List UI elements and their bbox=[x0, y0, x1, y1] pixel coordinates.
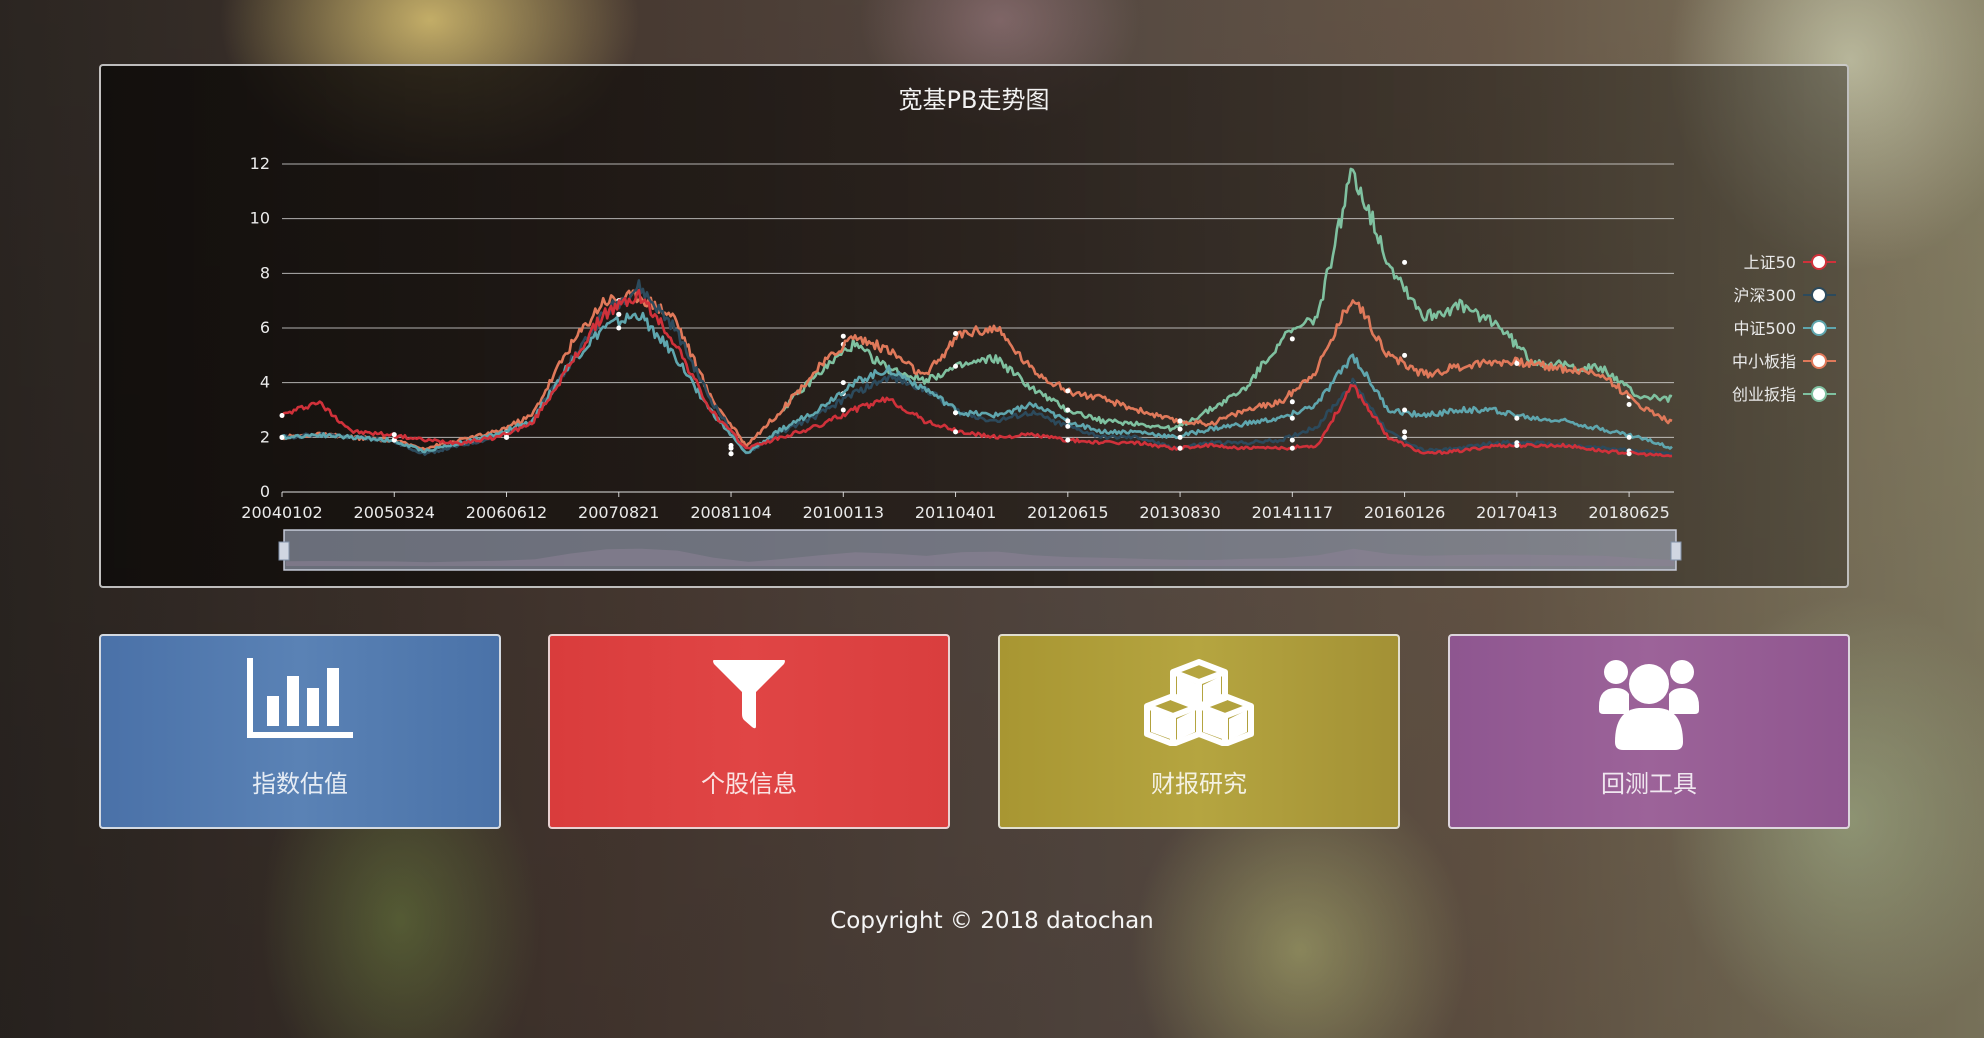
x-tick-label: 20160126 bbox=[1364, 503, 1445, 522]
users-icon bbox=[1599, 658, 1699, 754]
series-point bbox=[1514, 443, 1520, 449]
series-point bbox=[391, 432, 397, 438]
series-line-5 bbox=[781, 167, 1673, 432]
series-point bbox=[1402, 434, 1408, 440]
series-point bbox=[1065, 407, 1071, 413]
cubes-icon bbox=[1143, 658, 1255, 750]
series-point bbox=[1177, 418, 1183, 424]
series-point bbox=[1289, 437, 1295, 443]
series-point bbox=[1177, 445, 1183, 451]
x-tick-label: 20130830 bbox=[1139, 503, 1220, 522]
series-point bbox=[1402, 429, 1408, 435]
x-tick-label: 20070821 bbox=[578, 503, 659, 522]
series-point bbox=[1177, 426, 1183, 432]
x-tick-label: 20040102 bbox=[241, 503, 322, 522]
series-point bbox=[1289, 445, 1295, 451]
x-tick-label: 20050324 bbox=[354, 503, 435, 522]
series-point bbox=[840, 407, 846, 413]
series-line-4 bbox=[281, 289, 1673, 451]
legend-marker[interactable] bbox=[1811, 254, 1827, 270]
series-point bbox=[1065, 418, 1071, 424]
series-point bbox=[1626, 434, 1632, 440]
series-point bbox=[1402, 259, 1408, 265]
legend-marker[interactable] bbox=[1811, 287, 1827, 303]
y-tick-label: 8 bbox=[260, 263, 270, 282]
series-point bbox=[1065, 437, 1071, 443]
series-point bbox=[953, 330, 959, 336]
backtest-tools-tile[interactable]: 回测工具 bbox=[1448, 634, 1850, 829]
series-point bbox=[1289, 336, 1295, 342]
pb-chart-panel: 宽基PB走势图 0 2 4 6 8 10 12 20040102 20050324 2006061… bbox=[99, 64, 1849, 588]
tile-label: 个股信息 bbox=[701, 770, 797, 798]
x-tick-label: 20180625 bbox=[1588, 503, 1669, 522]
legend-marker[interactable] bbox=[1811, 320, 1827, 336]
x-tick-label: 20110401 bbox=[915, 503, 996, 522]
legend-label[interactable]: 上证50 bbox=[1744, 253, 1796, 272]
series-point bbox=[840, 333, 846, 339]
legend-label[interactable]: 创业扳指 bbox=[1732, 385, 1796, 404]
financial-research-tile[interactable]: 财报研究 bbox=[998, 634, 1400, 829]
legend-label[interactable]: 中证500 bbox=[1733, 319, 1796, 338]
series-point bbox=[616, 325, 622, 331]
legend-marker[interactable] bbox=[1811, 386, 1827, 402]
y-tick-label: 12 bbox=[250, 154, 270, 173]
tile-label: 指数估值 bbox=[252, 770, 348, 798]
series-point bbox=[1514, 415, 1520, 421]
series-point bbox=[1514, 361, 1520, 367]
series-point bbox=[1626, 402, 1632, 408]
series-point bbox=[953, 429, 959, 435]
series-point bbox=[953, 363, 959, 369]
series-point bbox=[616, 311, 622, 317]
series-point bbox=[728, 451, 734, 457]
x-tick-label: 20060612 bbox=[466, 503, 547, 522]
x-tick-label: 20120615 bbox=[1027, 503, 1108, 522]
legend-marker[interactable] bbox=[1811, 353, 1827, 369]
series-point bbox=[953, 410, 959, 416]
series-point bbox=[279, 412, 285, 418]
legend-label[interactable]: 中小板指 bbox=[1732, 352, 1796, 371]
series-point bbox=[1289, 399, 1295, 405]
stock-info-tile[interactable]: 个股信息 bbox=[548, 634, 950, 829]
x-tick-label: 20100113 bbox=[803, 503, 884, 522]
copyright-text: Copyright © 2018 datochan bbox=[830, 908, 1154, 934]
series-point bbox=[504, 434, 510, 440]
bar-chart-icon bbox=[247, 658, 353, 742]
series-point bbox=[1065, 388, 1071, 394]
x-tick-label: 20141117 bbox=[1252, 503, 1333, 522]
filter-icon bbox=[712, 658, 786, 734]
tile-label: 回测工具 bbox=[1601, 770, 1697, 798]
x-tick-label: 20170413 bbox=[1476, 503, 1557, 522]
y-tick-label: 4 bbox=[260, 373, 270, 392]
series-point bbox=[1402, 407, 1408, 413]
series-point bbox=[1289, 415, 1295, 421]
x-tick-label: 20081104 bbox=[690, 503, 771, 522]
y-tick-label: 10 bbox=[250, 209, 270, 228]
y-tick-label: 2 bbox=[260, 427, 270, 446]
zoom-handle-left[interactable] bbox=[278, 541, 290, 561]
series-point bbox=[279, 434, 285, 440]
series-point bbox=[840, 380, 846, 386]
series-point bbox=[1402, 352, 1408, 358]
series-point bbox=[1177, 434, 1183, 440]
series-point bbox=[1626, 451, 1632, 457]
pb-line-chart: 0 2 4 6 8 10 12 20040102 20050324 20060612 2007082… bbox=[241, 154, 1836, 571]
y-tick-label: 6 bbox=[260, 318, 270, 337]
zoom-handle-right[interactable] bbox=[1670, 541, 1682, 561]
legend-label[interactable]: 沪深300 bbox=[1733, 286, 1796, 305]
y-tick-label: 0 bbox=[260, 482, 270, 501]
index-valuation-tile[interactable]: 指数估值 bbox=[99, 634, 501, 829]
series-point bbox=[728, 445, 734, 451]
tile-label: 财报研究 bbox=[1151, 770, 1247, 798]
